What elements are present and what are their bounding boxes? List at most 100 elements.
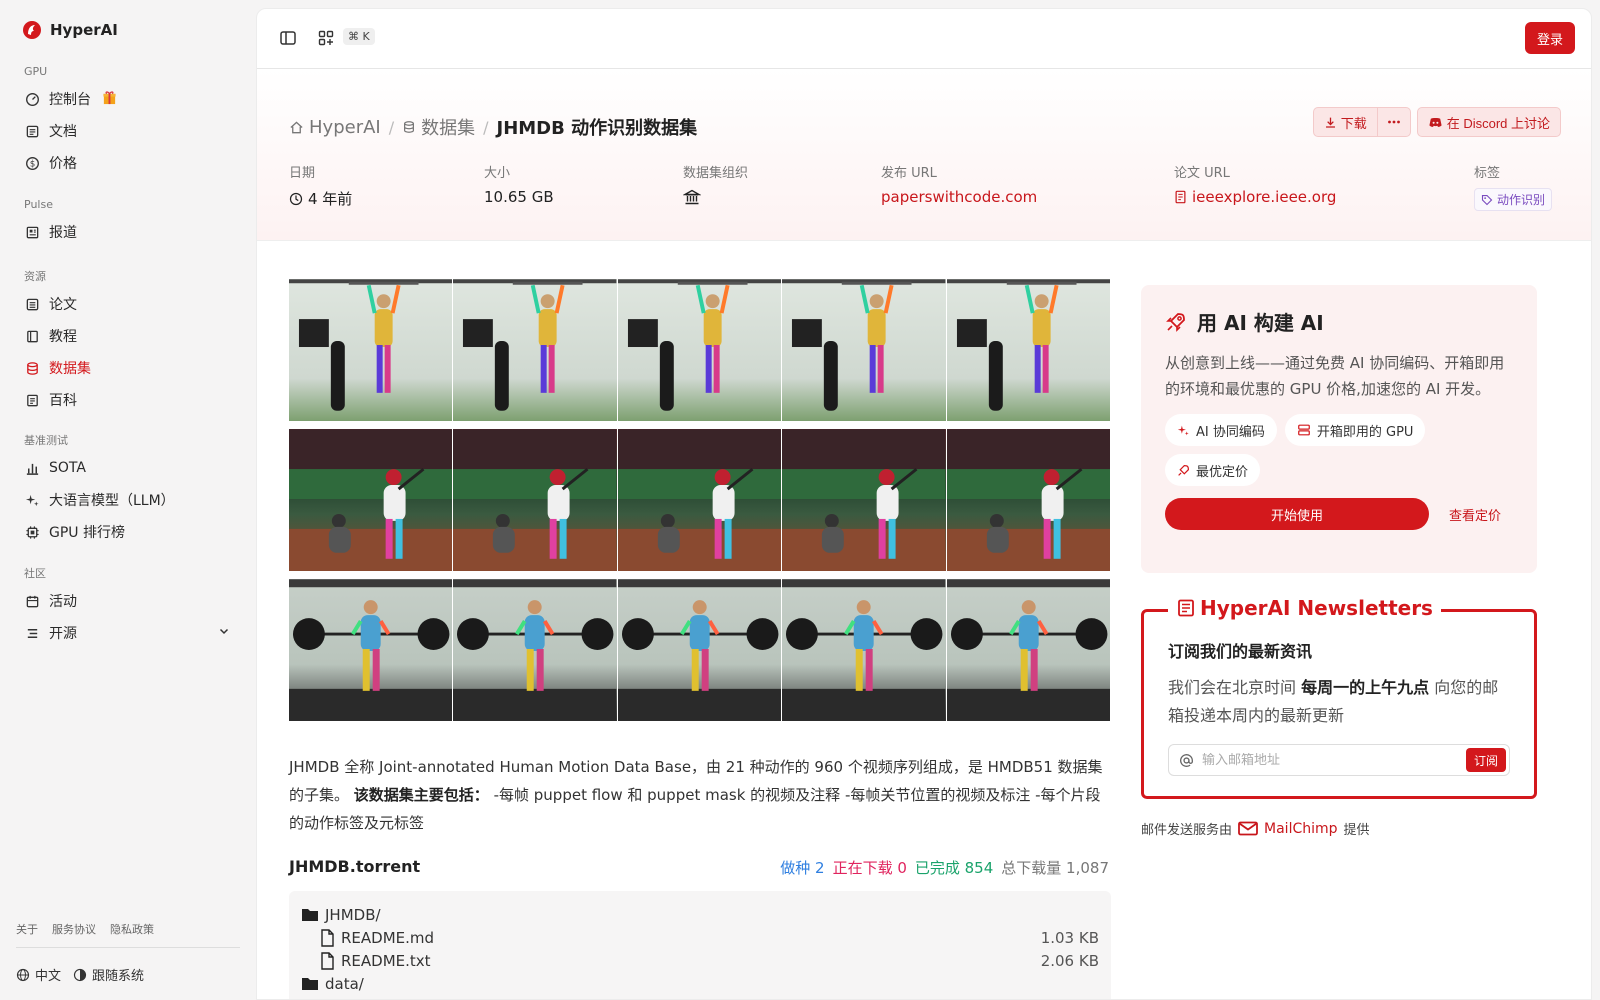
cover-frame-illustration bbox=[946, 429, 1111, 571]
sidebar-item-docs[interactable]: 文档 bbox=[16, 115, 238, 147]
sidebar-item-gpu-leaderboard[interactable]: GPU 排行榜 bbox=[16, 516, 238, 548]
chip-ai-coding[interactable]: AI 协同编码 bbox=[1165, 414, 1277, 446]
login-button[interactable]: 登录 bbox=[1525, 22, 1575, 54]
newsletter-description: 我们会在北京时间 每周一的上午九点 向您的邮箱投递本周内的最新更新 bbox=[1168, 674, 1510, 730]
book-icon bbox=[25, 329, 40, 344]
file-row[interactable]: data/ bbox=[301, 972, 1099, 995]
cover-frame bbox=[617, 279, 783, 421]
get-started-button[interactable]: 开始使用 bbox=[1165, 498, 1429, 530]
chip-gpu[interactable]: 开箱即用的 GPU bbox=[1284, 414, 1426, 446]
description-bold: 该数据集主要包括： bbox=[353, 786, 489, 804]
cover-frame-illustration bbox=[782, 579, 946, 721]
download-button[interactable]: 下载 bbox=[1312, 107, 1378, 137]
cover-frame bbox=[946, 279, 1111, 421]
torrent-title[interactable]: JHMDB.torrent bbox=[289, 857, 420, 876]
cover-frame bbox=[946, 429, 1111, 571]
sidebar-item-label: 论文 bbox=[49, 297, 77, 313]
rocket-icon bbox=[1178, 464, 1189, 476]
sidebar-item-label: GPU 排行榜 bbox=[49, 525, 125, 541]
mailchimp-label: MailChimp bbox=[1264, 820, 1338, 837]
footer-link-about[interactable]: 关于 bbox=[16, 921, 38, 937]
frame-row-pullup bbox=[289, 279, 1111, 421]
frame-row-weightlift bbox=[289, 579, 1111, 721]
meta-paper-url: 论文 URL ieeexplore.ieee.org bbox=[1174, 162, 1336, 206]
brand-name: HyperAI bbox=[50, 21, 118, 39]
promo-chips: AI 协同编码 开箱即用的 GPU 最优定价 bbox=[1165, 414, 1513, 486]
sparkle-icon bbox=[25, 493, 40, 508]
tag-label: 动作识别 bbox=[1497, 193, 1546, 207]
sidebar-item-console[interactable]: 控制台 bbox=[16, 83, 238, 115]
file-row[interactable]: README.txt 2.06 KB bbox=[301, 949, 1099, 972]
file-row[interactable]: README.md 1.03 KB bbox=[301, 926, 1099, 949]
cover-frame bbox=[617, 429, 783, 571]
sidebar-item-label: 价格 bbox=[49, 156, 77, 172]
mailchimp-link[interactable]: MailChimp bbox=[1238, 821, 1338, 837]
seeding-count: 做种 2 bbox=[780, 859, 825, 877]
section-title: 基准测试 bbox=[24, 434, 68, 447]
sidebar-item-datasets[interactable]: 数据集 bbox=[16, 352, 238, 384]
cover-frame-illustration bbox=[946, 279, 1111, 411]
footer-link-privacy[interactable]: 隐私政策 bbox=[110, 921, 154, 937]
bar-chart-icon bbox=[25, 461, 40, 476]
meta-label: 大小 bbox=[484, 166, 511, 181]
file-size: 1.03 KB bbox=[1040, 928, 1099, 947]
institution-icon[interactable] bbox=[683, 188, 701, 206]
breadcrumb-datasets[interactable]: 数据集 bbox=[402, 114, 475, 140]
sidebar-item-papers[interactable]: 论文 bbox=[16, 288, 238, 320]
email-input[interactable] bbox=[1202, 752, 1458, 768]
language-switcher[interactable]: 中文 bbox=[16, 965, 61, 984]
cover-frame bbox=[453, 279, 618, 421]
paper-icon bbox=[1175, 190, 1186, 204]
cover-frame-illustration bbox=[453, 579, 617, 721]
sidebar-item-opensource[interactable]: 开源 bbox=[16, 617, 238, 649]
cover-frame-illustration bbox=[617, 579, 782, 721]
discord-button[interactable]: 在 Discord 上讨论 bbox=[1416, 107, 1561, 137]
more-options-button[interactable] bbox=[1377, 107, 1411, 137]
sidebar-item-wiki[interactable]: 百科 bbox=[16, 384, 238, 416]
meta-value: 4 年前 bbox=[289, 188, 352, 209]
publish-url-link[interactable]: paperswithcode.com bbox=[881, 188, 1037, 206]
cover-frame bbox=[289, 429, 454, 571]
sidebar-item-pricing[interactable]: $ 价格 bbox=[16, 147, 238, 179]
sidebar-item-events[interactable]: 活动 bbox=[16, 585, 238, 617]
cover-frame bbox=[782, 579, 947, 721]
gift-icon bbox=[102, 90, 117, 109]
brand[interactable]: HyperAI bbox=[22, 20, 118, 40]
sidebar-item-label: 数据集 bbox=[49, 361, 91, 377]
meta-label: 日期 bbox=[289, 166, 316, 181]
doc-icon bbox=[25, 124, 40, 139]
sidebar-item-label: 大语言模型（LLM） bbox=[49, 493, 175, 509]
breadcrumb-home-label: HyperAI bbox=[309, 116, 381, 138]
sidebar-item-tutorials[interactable]: 教程 bbox=[16, 320, 238, 352]
apps-icon[interactable] bbox=[317, 29, 335, 47]
server-icon bbox=[1298, 424, 1310, 436]
sidebar: HyperAI GPU 控制台 文档 $ 价格 Pulse 报道 资源 论文 教… bbox=[0, 0, 255, 1000]
tag-icon bbox=[1481, 194, 1493, 205]
subscribe-button[interactable]: 订阅 bbox=[1465, 748, 1506, 772]
sidebar-item-sota[interactable]: SOTA bbox=[16, 452, 238, 484]
sidebar-item-llm[interactable]: 大语言模型（LLM） bbox=[16, 484, 238, 516]
cover-frame bbox=[782, 279, 947, 421]
discord-icon bbox=[1429, 117, 1442, 127]
sidebar-toggle-icon[interactable] bbox=[279, 29, 297, 47]
tag-chip[interactable]: 动作识别 bbox=[1474, 188, 1553, 211]
meta-value: 动作识别 bbox=[1474, 188, 1553, 211]
cover-frame bbox=[782, 429, 947, 571]
command-shortcut[interactable]: ⌘ K bbox=[343, 28, 375, 45]
file-row[interactable]: JHMDB/ bbox=[301, 903, 1099, 926]
sidebar-item-news[interactable]: 报道 bbox=[16, 216, 238, 248]
meta-publish-url: 发布 URL paperswithcode.com bbox=[881, 162, 1037, 206]
paper-url-link[interactable]: ieeexplore.ieee.org bbox=[1174, 188, 1336, 206]
sidebar-item-label: 报道 bbox=[49, 225, 77, 241]
footer-divider bbox=[16, 947, 240, 948]
promo-description: 从创意到上线——通过免费 AI 协同编码、开箱即用的环境和最优惠的 GPU 价格… bbox=[1165, 354, 1505, 398]
meta-tags: 标签 动作识别 bbox=[1474, 162, 1553, 211]
chevron-down-icon[interactable] bbox=[218, 625, 230, 641]
database-icon bbox=[25, 361, 40, 376]
cover-frame-illustration bbox=[617, 429, 782, 571]
footer-link-terms[interactable]: 服务协议 bbox=[52, 921, 96, 937]
breadcrumb-home[interactable]: HyperAI bbox=[289, 117, 381, 138]
chip-pricing[interactable]: 最优定价 bbox=[1165, 454, 1261, 486]
theme-switcher[interactable]: 跟随系统 bbox=[73, 965, 144, 984]
view-pricing-link[interactable]: 查看定价 bbox=[1449, 505, 1501, 524]
